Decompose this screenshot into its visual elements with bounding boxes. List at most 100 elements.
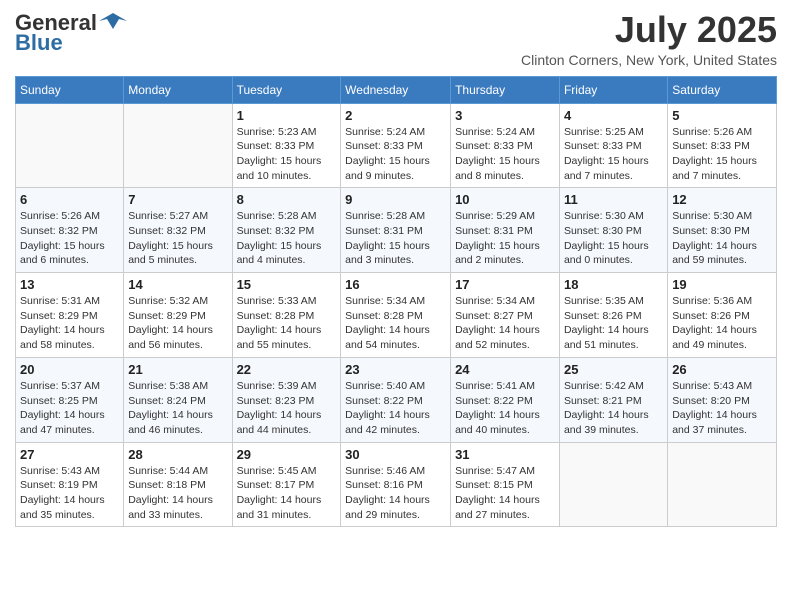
calendar-cell: 27 Sunrise: 5:43 AMSunset: 8:19 PMDayligh…: [16, 442, 124, 527]
day-info: Sunrise: 5:25 AMSunset: 8:33 PMDaylight:…: [564, 125, 663, 184]
day-number: 4: [564, 108, 663, 123]
calendar-cell: 22 Sunrise: 5:39 AMSunset: 8:23 PMDayligh…: [232, 357, 341, 442]
day-info: Sunrise: 5:29 AMSunset: 8:31 PMDaylight:…: [455, 209, 555, 268]
day-number: 16: [345, 277, 446, 292]
calendar-cell: 28 Sunrise: 5:44 AMSunset: 8:18 PMDayligh…: [124, 442, 232, 527]
calendar-cell: [16, 103, 124, 188]
calendar-cell: 14 Sunrise: 5:32 AMSunset: 8:29 PMDayligh…: [124, 273, 232, 358]
day-number: 7: [128, 192, 227, 207]
calendar-cell: 15Sunrise: 5:33 AMSunset: 8:28 PMDayligh…: [232, 273, 341, 358]
calendar-cell: 30Sunrise: 5:46 AMSunset: 8:16 PMDayligh…: [341, 442, 451, 527]
day-info: Sunrise: 5:26 AMSunset: 8:33 PMDaylight:…: [672, 125, 772, 184]
calendar-cell: 1 Sunrise: 5:23 AMSunset: 8:33 PMDaylight…: [232, 103, 341, 188]
day-number: 20: [20, 362, 119, 377]
day-number: 13: [20, 277, 119, 292]
day-number: 21: [128, 362, 227, 377]
day-info: Sunrise: 5:46 AMSunset: 8:16 PMDaylight:…: [345, 464, 446, 523]
day-number: 10: [455, 192, 555, 207]
day-info: Sunrise: 5:43 AMSunset: 8:19 PMDaylight:…: [20, 464, 119, 523]
calendar-cell: 18Sunrise: 5:35 AMSunset: 8:26 PMDayligh…: [559, 273, 667, 358]
day-number: 22: [237, 362, 337, 377]
day-info: Sunrise: 5:34 AMSunset: 8:28 PMDaylight:…: [345, 294, 446, 353]
day-number: 3: [455, 108, 555, 123]
calendar-cell: 26 Sunrise: 5:43 AMSunset: 8:20 PMDayligh…: [668, 357, 777, 442]
calendar-cell: 2 Sunrise: 5:24 AMSunset: 8:33 PMDaylight…: [341, 103, 451, 188]
day-info: Sunrise: 5:40 AMSunset: 8:22 PMDaylight:…: [345, 379, 446, 438]
day-info: Sunrise: 5:23 AMSunset: 8:33 PMDaylight:…: [237, 125, 337, 184]
day-info: Sunrise: 5:32 AMSunset: 8:29 PMDaylight:…: [128, 294, 227, 353]
calendar-cell: 17Sunrise: 5:34 AMSunset: 8:27 PMDayligh…: [451, 273, 560, 358]
day-info: Sunrise: 5:43 AMSunset: 8:20 PMDaylight:…: [672, 379, 772, 438]
weekday-header-cell: Wednesday: [341, 76, 451, 103]
calendar-cell: 5Sunrise: 5:26 AMSunset: 8:33 PMDaylight…: [668, 103, 777, 188]
day-number: 12: [672, 192, 772, 207]
location-title: Clinton Corners, New York, United States: [521, 52, 777, 68]
calendar-cell: 11 Sunrise: 5:30 AMSunset: 8:30 PMDayligh…: [559, 188, 667, 273]
day-number: 23: [345, 362, 446, 377]
calendar-cell: 16 Sunrise: 5:34 AMSunset: 8:28 PMDayligh…: [341, 273, 451, 358]
title-area: July 2025 Clinton Corners, New York, Uni…: [521, 10, 777, 68]
page-header: General Blue July 2025 Clinton Corners, …: [15, 10, 777, 68]
calendar-row: 6Sunrise: 5:26 AMSunset: 8:32 PMDaylight…: [16, 188, 777, 273]
month-title: July 2025: [521, 10, 777, 50]
calendar-cell: 20 Sunrise: 5:37 AMSunset: 8:25 PMDayligh…: [16, 357, 124, 442]
weekday-header-cell: Thursday: [451, 76, 560, 103]
calendar-cell: 21Sunrise: 5:38 AMSunset: 8:24 PMDayligh…: [124, 357, 232, 442]
calendar-cell: 7 Sunrise: 5:27 AMSunset: 8:32 PMDaylight…: [124, 188, 232, 273]
day-info: Sunrise: 5:44 AMSunset: 8:18 PMDaylight:…: [128, 464, 227, 523]
day-info: Sunrise: 5:33 AMSunset: 8:28 PMDaylight:…: [237, 294, 337, 353]
day-info: Sunrise: 5:45 AMSunset: 8:17 PMDaylight:…: [237, 464, 337, 523]
day-number: 31: [455, 447, 555, 462]
calendar-cell: 23 Sunrise: 5:40 AMSunset: 8:22 PMDayligh…: [341, 357, 451, 442]
logo-blue: Blue: [15, 30, 63, 56]
calendar-row: 1 Sunrise: 5:23 AMSunset: 8:33 PMDaylight…: [16, 103, 777, 188]
calendar-cell: [124, 103, 232, 188]
calendar-cell: [559, 442, 667, 527]
weekday-header-cell: Saturday: [668, 76, 777, 103]
day-info: Sunrise: 5:42 AMSunset: 8:21 PMDaylight:…: [564, 379, 663, 438]
day-number: 24: [455, 362, 555, 377]
calendar-cell: 25 Sunrise: 5:42 AMSunset: 8:21 PMDayligh…: [559, 357, 667, 442]
day-info: Sunrise: 5:24 AMSunset: 8:33 PMDaylight:…: [345, 125, 446, 184]
day-number: 2: [345, 108, 446, 123]
weekday-header-cell: Tuesday: [232, 76, 341, 103]
day-number: 28: [128, 447, 227, 462]
day-info: Sunrise: 5:30 AMSunset: 8:30 PMDaylight:…: [564, 209, 663, 268]
day-info: Sunrise: 5:37 AMSunset: 8:25 PMDaylight:…: [20, 379, 119, 438]
day-number: 19: [672, 277, 772, 292]
calendar-cell: 4 Sunrise: 5:25 AMSunset: 8:33 PMDaylight…: [559, 103, 667, 188]
day-number: 27: [20, 447, 119, 462]
calendar-cell: 29Sunrise: 5:45 AMSunset: 8:17 PMDayligh…: [232, 442, 341, 527]
calendar-cell: 6Sunrise: 5:26 AMSunset: 8:32 PMDaylight…: [16, 188, 124, 273]
day-number: 14: [128, 277, 227, 292]
calendar-table: SundayMondayTuesdayWednesdayThursdayFrid…: [15, 76, 777, 528]
day-info: Sunrise: 5:34 AMSunset: 8:27 PMDaylight:…: [455, 294, 555, 353]
calendar-row: 27 Sunrise: 5:43 AMSunset: 8:19 PMDayligh…: [16, 442, 777, 527]
calendar-cell: 19 Sunrise: 5:36 AMSunset: 8:26 PMDayligh…: [668, 273, 777, 358]
day-info: Sunrise: 5:47 AMSunset: 8:15 PMDaylight:…: [455, 464, 555, 523]
day-info: Sunrise: 5:30 AMSunset: 8:30 PMDaylight:…: [672, 209, 772, 268]
calendar-cell: 13 Sunrise: 5:31 AMSunset: 8:29 PMDayligh…: [16, 273, 124, 358]
day-number: 25: [564, 362, 663, 377]
calendar-row: 13 Sunrise: 5:31 AMSunset: 8:29 PMDayligh…: [16, 273, 777, 358]
calendar-cell: 9 Sunrise: 5:28 AMSunset: 8:31 PMDaylight…: [341, 188, 451, 273]
calendar-row: 20 Sunrise: 5:37 AMSunset: 8:25 PMDayligh…: [16, 357, 777, 442]
weekday-header-row: SundayMondayTuesdayWednesdayThursdayFrid…: [16, 76, 777, 103]
day-info: Sunrise: 5:27 AMSunset: 8:32 PMDaylight:…: [128, 209, 227, 268]
day-info: Sunrise: 5:39 AMSunset: 8:23 PMDaylight:…: [237, 379, 337, 438]
day-info: Sunrise: 5:28 AMSunset: 8:31 PMDaylight:…: [345, 209, 446, 268]
calendar-cell: 12 Sunrise: 5:30 AMSunset: 8:30 PMDayligh…: [668, 188, 777, 273]
day-info: Sunrise: 5:36 AMSunset: 8:26 PMDaylight:…: [672, 294, 772, 353]
calendar-cell: 24Sunrise: 5:41 AMSunset: 8:22 PMDayligh…: [451, 357, 560, 442]
day-number: 1: [237, 108, 337, 123]
day-number: 6: [20, 192, 119, 207]
calendar-body: 1 Sunrise: 5:23 AMSunset: 8:33 PMDaylight…: [16, 103, 777, 527]
calendar-cell: 3Sunrise: 5:24 AMSunset: 8:33 PMDaylight…: [451, 103, 560, 188]
weekday-header-cell: Sunday: [16, 76, 124, 103]
calendar-cell: 31 Sunrise: 5:47 AMSunset: 8:15 PMDayligh…: [451, 442, 560, 527]
day-info: Sunrise: 5:31 AMSunset: 8:29 PMDaylight:…: [20, 294, 119, 353]
weekday-header-cell: Monday: [124, 76, 232, 103]
day-number: 9: [345, 192, 446, 207]
day-number: 26: [672, 362, 772, 377]
day-number: 11: [564, 192, 663, 207]
